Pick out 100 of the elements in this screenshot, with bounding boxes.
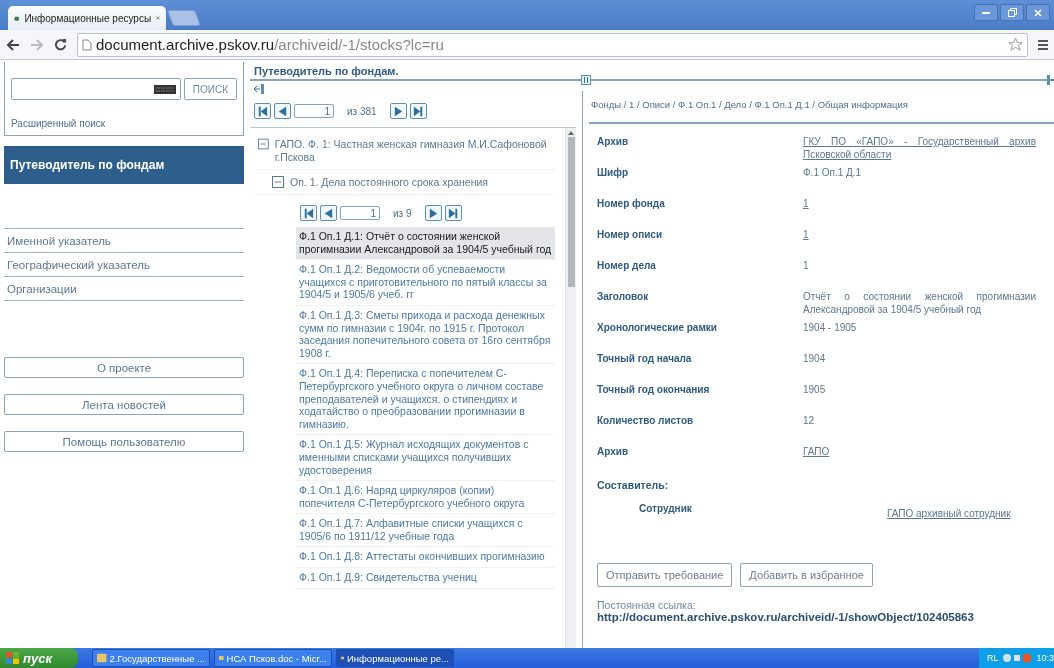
taskbar-item[interactable]: НСА Псков.doc - Micr... bbox=[214, 649, 332, 667]
field-value: 1 bbox=[803, 260, 810, 273]
scroll-up-arrow-icon bbox=[568, 131, 574, 135]
field-label: Хронологические рамки bbox=[597, 322, 718, 335]
field-label: Заголовок bbox=[597, 291, 650, 304]
previous-icon bbox=[276, 104, 289, 118]
file-list-item[interactable]: Ф.1 Оп.1 Д.9: Свидетельства учениц bbox=[296, 568, 555, 589]
file-list-item[interactable]: Ф.1 Оп.1 Д.8: Аттестаты окончивших прогимназию bbox=[296, 547, 555, 569]
minimize-icon bbox=[982, 11, 990, 14]
previous-page-button[interactable] bbox=[320, 205, 337, 221]
nav-item[interactable]: Географический указатель bbox=[4, 252, 244, 276]
page-number-field[interactable]: 1 bbox=[340, 206, 380, 220]
field-label: Точный год окончания bbox=[597, 384, 711, 397]
page-count: из 381 bbox=[347, 105, 377, 117]
section-label: Составитель: bbox=[597, 479, 670, 491]
first-page-button[interactable] bbox=[300, 205, 317, 221]
scrollbar-thumb[interactable] bbox=[567, 137, 575, 287]
menu-icon[interactable] bbox=[1038, 38, 1048, 51]
search-button[interactable]: ПОИСК bbox=[183, 78, 237, 100]
file-list-item[interactable]: Ф.1 Оп.1 Д.7: Алфавитные списки учащихся с 1905/6 по 1911/12 учебные года bbox=[296, 514, 555, 548]
start-button[interactable]: пуск bbox=[0, 648, 78, 668]
restore-button[interactable] bbox=[1000, 4, 1024, 21]
collapse-icon[interactable] bbox=[272, 176, 284, 188]
first-page-icon bbox=[256, 104, 269, 118]
tree-item[interactable]: Оп. 1. Дела постоянного срока хранения bbox=[290, 176, 489, 189]
field-link[interactable]: ГАПО bbox=[803, 446, 1036, 477]
tray-icons-drawing bbox=[1002, 653, 1033, 663]
next-page-button[interactable] bbox=[389, 103, 407, 119]
first-page-button[interactable] bbox=[254, 103, 271, 119]
file-list-item[interactable]: Ф.1 Оп.1 Д.5: Журнал исходящих документов с именными списками учащихся получивших удостоверения bbox=[296, 435, 555, 482]
last-page-button[interactable] bbox=[409, 103, 427, 119]
language-indicator: RL bbox=[986, 653, 999, 663]
field-label: Точный год начала bbox=[597, 353, 693, 366]
field-label: Шифр bbox=[597, 167, 630, 180]
tree-item[interactable]: ГАПО. Ф. 1: Частная женская гимназия М.И.Сафоновой г.Пскова bbox=[274, 138, 555, 164]
keyboard-icon[interactable] bbox=[153, 84, 176, 94]
field-label: Сотрудник bbox=[639, 503, 693, 516]
close-icon bbox=[1034, 8, 1042, 17]
previous-page-button[interactable] bbox=[274, 103, 291, 119]
nav-item[interactable]: Путеводитель по фондам bbox=[4, 146, 244, 184]
field-label: Количество листов bbox=[597, 415, 695, 428]
url-path: /archiveid/-1/stocks?lc=ru bbox=[274, 36, 444, 53]
address-field[interactable]: document.archive.pskov.ru/archiveid/-1/stocks?lc=ru bbox=[77, 32, 1028, 57]
collapse-icon[interactable] bbox=[258, 138, 269, 150]
close-button[interactable] bbox=[1026, 4, 1050, 21]
permalink[interactable]: http://document.archive.pskov.ru/archiveid/-1/showObject/102405863 bbox=[597, 611, 1054, 623]
nav-item[interactable]: Организации bbox=[4, 276, 244, 300]
field-label: Номер фонда bbox=[597, 198, 666, 211]
scrollbar[interactable] bbox=[565, 128, 576, 648]
next-page-button[interactable] bbox=[424, 205, 442, 221]
file-list-item[interactable]: Ф.1 Оп.1 Д.2: Ведомости об успеваемости учащихся с приготовительного по пятый классы за 1904/5 и 1905/6 учеб. гг bbox=[296, 260, 555, 306]
windows-logo-icon bbox=[6, 652, 19, 664]
field-link[interactable]: 1 bbox=[803, 198, 1036, 229]
field-value: 1904 bbox=[803, 353, 827, 366]
page-count: из 9 bbox=[393, 207, 412, 219]
sidebar-button[interactable]: Лента новостей bbox=[4, 394, 244, 415]
breadcrumb: Фонды / 1 / Описи / Ф.1 Оп.1 / Дело / Ф.1 Оп.1 Д.1 / Общая информация bbox=[589, 91, 1054, 124]
restore-icon bbox=[1007, 8, 1017, 17]
field-value: Отчёт о состоянии женской прогимназии Александровой за 1904/5 учебный год bbox=[803, 291, 1036, 317]
taskbar-item[interactable]: 2.Государственные ... bbox=[92, 649, 210, 667]
field-label: Номер дела bbox=[597, 260, 657, 273]
page-icon bbox=[82, 38, 92, 51]
last-page-icon bbox=[446, 206, 460, 220]
taskbar-item[interactable]: Информационные ре... bbox=[336, 649, 454, 667]
field-label: Номер описи bbox=[597, 229, 664, 242]
sidebar-button[interactable]: О проекте bbox=[4, 357, 244, 378]
bookmark-star-icon[interactable] bbox=[1008, 37, 1023, 52]
field-value: 1905 bbox=[803, 384, 827, 397]
sidebar-button[interactable]: Помощь пользователю bbox=[4, 431, 244, 452]
file-list-item[interactable]: Ф.1 Оп.1 Д.6: Наряд циркуляров (копии) попечителя С-Петербургского учебного округа bbox=[296, 481, 555, 515]
field-label: Архив bbox=[597, 136, 630, 149]
minimize-button[interactable] bbox=[974, 4, 998, 21]
previous-icon bbox=[322, 206, 335, 220]
search-field[interactable] bbox=[11, 78, 181, 100]
close-icon[interactable] bbox=[156, 14, 160, 22]
field-link[interactable]: ГАПО архивный сотрудник bbox=[887, 508, 1011, 519]
field-link[interactable]: 1 bbox=[803, 229, 1036, 260]
browser-tab[interactable]: Информационные ресурсы bbox=[8, 6, 166, 30]
first-page-icon bbox=[302, 206, 315, 220]
field-value: 12 bbox=[803, 415, 816, 428]
back-icon[interactable] bbox=[6, 38, 20, 51]
field-link[interactable]: ГКУ ПО «ГАПО» - Государственный архив Псковской области bbox=[803, 136, 1036, 167]
tab-title: Информационные ресурсы bbox=[24, 12, 152, 24]
field-label: Архив bbox=[597, 446, 630, 459]
file-list-item[interactable]: Ф.1 Оп.1 Д.4: Переписка с попечителем С-Петербургского учебного округа о личном составе преподавателей и учащихся. о стипендиях и ходатайство о преобразовании прогимназии в гимназию. bbox=[296, 364, 555, 436]
section-title: Путеводитель по фондам. bbox=[250, 62, 1054, 81]
reload-icon[interactable] bbox=[54, 38, 67, 51]
split-panel-icon[interactable] bbox=[581, 75, 591, 85]
last-page-button[interactable] bbox=[444, 205, 462, 221]
collapse-panel-icon[interactable] bbox=[254, 84, 265, 94]
file-list-item[interactable]: Ф.1 Оп.1 Д.1: Отчёт о состоянии женской прогимназии Александровой за 1904/5 учебный год bbox=[296, 227, 555, 261]
window-icon bbox=[97, 653, 107, 663]
action-button[interactable]: Отправить требование bbox=[597, 563, 733, 587]
clock: 10:3 bbox=[1036, 653, 1054, 663]
page-number-field[interactable]: 1 bbox=[294, 104, 334, 118]
file-list-item[interactable]: Ф.1 Оп.1 Д.3: Сметы прихода и расхода денежных сумм по гимназии с 1904г. по 1915 г. Протокол заседания попечительного совета от 16го сентября 1908 г. bbox=[296, 305, 555, 365]
advanced-search-link[interactable]: Расширенный поиск bbox=[11, 118, 237, 129]
action-button[interactable]: Добавить в избранное bbox=[740, 563, 873, 587]
nav-item[interactable]: Именной указатель bbox=[4, 228, 244, 252]
url-host: document.archive.pskov.ru bbox=[96, 36, 275, 53]
